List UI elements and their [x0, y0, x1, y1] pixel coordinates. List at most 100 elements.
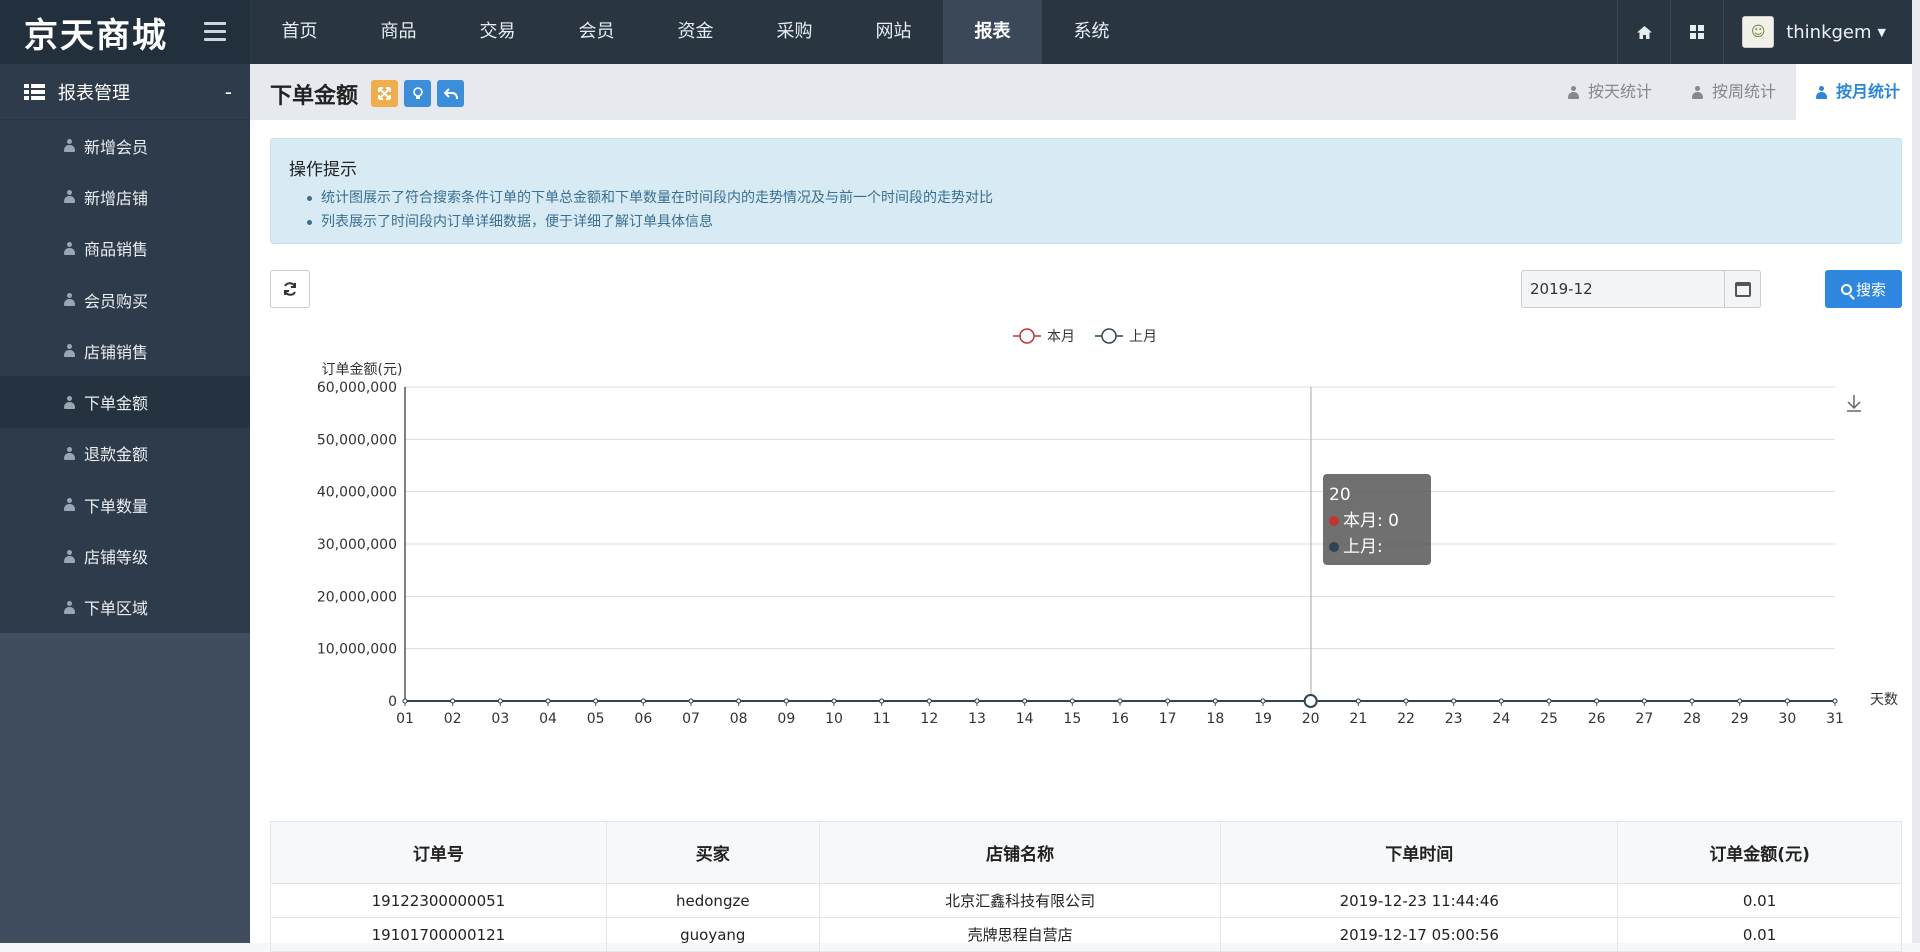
sidebar-item-store-level[interactable]: 店铺等级 [0, 530, 250, 581]
sidebar-item-new-stores[interactable]: 新增店铺 [0, 171, 250, 222]
nav-item-goods[interactable]: 商品 [349, 0, 448, 64]
sidebar-item-refund-amount[interactable]: 退款金额 [0, 428, 250, 479]
data-point[interactable] [402, 698, 408, 704]
user-icon [1691, 85, 1703, 99]
data-point[interactable] [1784, 698, 1790, 704]
sidebar-item-order-amount[interactable]: 下单金额 [0, 376, 250, 428]
collapse-icon[interactable]: - [225, 80, 232, 104]
data-point[interactable] [736, 698, 742, 704]
month-input[interactable] [1522, 271, 1724, 307]
sidebar-item-member-purchase[interactable]: 会员购买 [0, 274, 250, 325]
user-icon [1815, 85, 1827, 99]
nav-item-report[interactable]: 报表 [943, 0, 1042, 64]
y-tick-label: 0 [388, 694, 397, 710]
data-point[interactable] [879, 698, 885, 704]
col-order-time: 下单时间 [1220, 821, 1619, 884]
x-tick-label: 21 [1349, 711, 1367, 727]
nav-item-website[interactable]: 网站 [844, 0, 943, 64]
data-point[interactable] [1832, 698, 1838, 704]
data-point[interactable] [1451, 698, 1457, 704]
sidebar: 报表管理 - 新增会员 新增店铺 商品销售 会员购买 店铺销售 下单金额 退款金… [0, 64, 250, 943]
nav-item-funds[interactable]: 资金 [646, 0, 745, 64]
x-tick-label: 05 [587, 711, 605, 727]
data-point[interactable] [1260, 698, 1266, 704]
user-icon [64, 241, 75, 255]
sidebar-item-new-members[interactable]: 新增会员 [0, 120, 250, 171]
data-point[interactable] [545, 698, 551, 704]
calendar-button[interactable] [1724, 271, 1760, 307]
sidebar-item-store-sales[interactable]: 店铺销售 [0, 325, 250, 376]
data-point[interactable] [1212, 698, 1218, 704]
data-point[interactable] [1546, 698, 1552, 704]
apps-grid-icon[interactable] [1670, 0, 1723, 64]
data-point[interactable] [926, 698, 932, 704]
data-point[interactable] [640, 698, 646, 704]
chart-legend[interactable]: 本月 上月 [1013, 328, 1157, 345]
x-tick-label: 22 [1397, 711, 1415, 727]
x-tick-label: 30 [1778, 711, 1796, 727]
nav-item-system[interactable]: 系统 [1042, 0, 1141, 64]
nav-item-member[interactable]: 会员 [547, 0, 646, 64]
col-buyer: 买家 [605, 821, 820, 884]
table-row[interactable]: 19122300000051 hedongze 北京汇鑫科技有限公司 2019-… [270, 883, 1902, 918]
table-header-row: 订单号 买家 店铺名称 下单时间 订单金额(元) [270, 821, 1902, 884]
data-point[interactable] [1355, 698, 1361, 704]
legend-item[interactable]: 本月 [1013, 328, 1075, 345]
caret-down-icon: ▼ [1877, 25, 1886, 39]
download-icon[interactable] [1847, 395, 1861, 412]
y-tick-label: 30,000,000 [317, 537, 397, 553]
scrollbar[interactable] [1912, 0, 1920, 943]
data-point[interactable] [831, 698, 837, 704]
tip-item: 列表展示了时间段内订单详细数据，便于详细了解订单具体信息 [307, 210, 1883, 234]
chart-tooltip: 20 本月: 0 上月: 0.01 [1323, 474, 1431, 583]
x-tick-label: 17 [1159, 711, 1177, 727]
tab-by-day[interactable]: 按天统计 [1548, 64, 1672, 120]
nav-item-home[interactable]: 首页 [250, 0, 349, 64]
data-point[interactable] [1594, 698, 1600, 704]
table-row[interactable]: 19101700000121 guoyang 壳牌思程自营店 2019-12-1… [270, 917, 1902, 952]
data-point[interactable] [688, 698, 694, 704]
sidebar-header[interactable]: 报表管理 - [0, 64, 250, 120]
tab-label: 按月统计 [1835, 82, 1900, 101]
menu-toggle-icon[interactable] [204, 22, 226, 42]
data-point[interactable] [593, 698, 599, 704]
home-icon[interactable] [1617, 0, 1670, 64]
data-point[interactable] [1737, 698, 1743, 704]
main-content: 下单金额 按天统计 按周统计 按月统计 操作提示 统计图展示了符合搜索条件订单的… [250, 64, 1920, 952]
data-point[interactable] [1022, 698, 1028, 704]
data-point[interactable] [1303, 694, 1318, 708]
tip-item: 统计图展示了符合搜索条件订单的下单总金额和下单数量在时间段内的走势情况及与前一个… [307, 186, 1883, 210]
user-menu[interactable]: ☺ thinkgem ▼ [1723, 0, 1920, 64]
data-point[interactable] [1403, 698, 1409, 704]
data-point[interactable] [450, 698, 456, 704]
tab-by-month[interactable]: 按月统计 [1795, 64, 1920, 120]
data-point[interactable] [1498, 698, 1504, 704]
tips-title: 操作提示 [289, 160, 357, 180]
sidebar-item-order-count[interactable]: 下单数量 [0, 479, 250, 530]
x-tick-label: 18 [1206, 711, 1224, 727]
data-point[interactable] [1689, 698, 1695, 704]
back-icon[interactable] [437, 80, 464, 107]
data-point[interactable] [1069, 698, 1075, 704]
legend-item[interactable]: 上月 [1095, 328, 1157, 345]
data-point[interactable] [1165, 698, 1171, 704]
search-button[interactable]: 搜索 [1825, 270, 1902, 308]
sidebar-item-order-region[interactable]: 下单区域 [0, 582, 250, 633]
x-tick-label: 03 [491, 711, 509, 727]
data-point[interactable] [1117, 698, 1123, 704]
refresh-button[interactable] [270, 270, 310, 308]
lightbulb-icon[interactable] [404, 80, 431, 107]
fullscreen-icon[interactable] [371, 80, 398, 107]
x-tick-label: 13 [968, 711, 986, 727]
sidebar-item-goods-sales[interactable]: 商品销售 [0, 223, 250, 274]
cell-order-no: 19101700000121 [270, 917, 607, 952]
top-bar: 京天商城 首页 商品 交易 会员 资金 采购 网站 报表 系统 ☺ thinkg… [0, 0, 1920, 64]
data-point[interactable] [974, 698, 980, 704]
x-tick-label: 16 [1111, 711, 1129, 727]
nav-item-trade[interactable]: 交易 [448, 0, 547, 64]
data-point[interactable] [783, 698, 789, 704]
tab-by-week[interactable]: 按周统计 [1672, 64, 1796, 120]
data-point[interactable] [1641, 698, 1647, 704]
nav-item-purchase[interactable]: 采购 [745, 0, 844, 64]
data-point[interactable] [497, 698, 503, 704]
